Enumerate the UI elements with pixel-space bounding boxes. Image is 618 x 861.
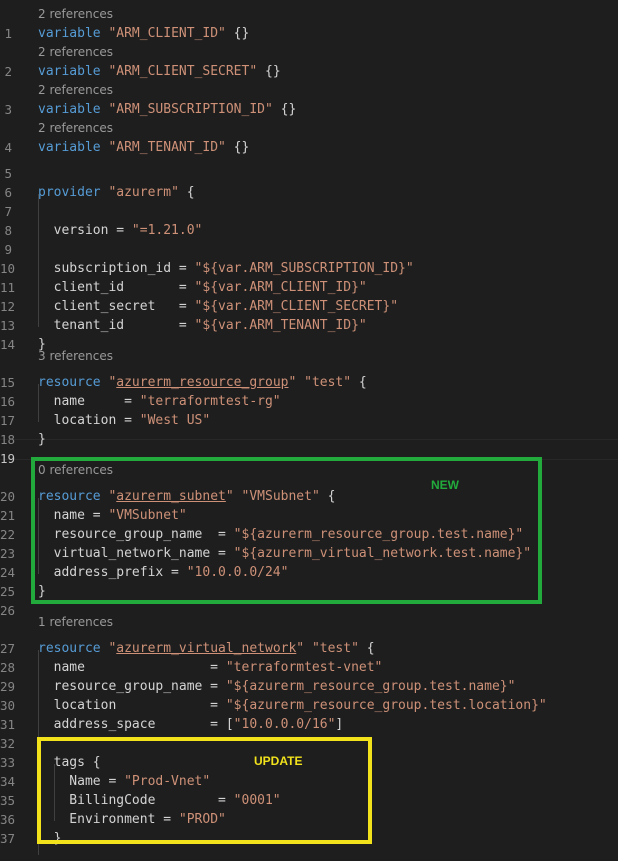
line-number: 13 (0, 318, 16, 333)
code-line[interactable]: name = "terraformtest-rg" (38, 392, 281, 411)
line-number: 25 (0, 584, 16, 599)
code-line[interactable]: resource "azurerm_resource_group" "test"… (38, 373, 367, 392)
line-number: 5 (4, 166, 12, 181)
code-line[interactable]: version = "=1.21.0" (38, 221, 203, 240)
line-number: 32 (0, 736, 16, 751)
code-line[interactable]: name = "terraformtest-vnet" (38, 658, 383, 677)
line-number: 19 (0, 451, 16, 466)
line-number: 12 (0, 299, 16, 314)
code-line[interactable]: resource_group_name = "${azurerm_resourc… (38, 677, 516, 696)
line-number: 20 (0, 489, 16, 504)
code-lens-references[interactable]: 2 references (38, 5, 113, 24)
update-highlight-box (37, 737, 372, 844)
line-number: 30 (0, 698, 16, 713)
code-line[interactable]: location = "${azurerm_resource_group.tes… (38, 696, 547, 715)
line-number: 35 (0, 793, 16, 808)
line-number: 4 (4, 140, 12, 155)
code-line[interactable]: variable "ARM_CLIENT_SECRET" {} (38, 62, 281, 81)
line-number: 10 (0, 261, 16, 276)
line-number: 14 (0, 337, 16, 352)
line-number: 27 (0, 641, 16, 656)
code-line[interactable]: address_space = ["10.0.0.0/16"] (38, 715, 344, 734)
line-number: 2 (4, 64, 12, 79)
line-number: 33 (0, 755, 16, 770)
code-lens-references[interactable]: 1 references (38, 613, 113, 632)
line-number: 18 (0, 432, 16, 447)
code-line[interactable]: location = "West US" (38, 411, 211, 430)
line-number: 36 (0, 812, 16, 827)
line-number: 9 (4, 242, 12, 257)
code-line[interactable]: } (38, 335, 46, 354)
line-number: 29 (0, 679, 16, 694)
line-number: 26 (0, 603, 16, 618)
code-line[interactable]: variable "ARM_CLIENT_ID" {} (38, 24, 249, 43)
code-editor[interactable]: 2 references 2 references 2 references 2… (0, 0, 618, 861)
code-lens-references[interactable]: 2 references (38, 43, 113, 62)
code-line[interactable]: resource "azurerm_virtual_network" "test… (38, 639, 375, 658)
line-number: 31 (0, 717, 16, 732)
line-number: 34 (0, 774, 16, 789)
line-number: 16 (0, 394, 16, 409)
line-number: 23 (0, 546, 16, 561)
code-lens-references[interactable]: 3 references (38, 347, 113, 366)
line-number: 22 (0, 527, 16, 542)
code-line[interactable]: tenant_id = "${var.ARM_TENANT_ID}" (38, 316, 367, 335)
line-number: 1 (4, 26, 12, 41)
code-line[interactable]: subscription_id = "${var.ARM_SUBSCRIPTIO… (38, 259, 414, 278)
code-lens-references[interactable]: 2 references (38, 81, 113, 100)
line-number: 8 (4, 223, 12, 238)
code-line[interactable]: client_id = "${var.ARM_CLIENT_ID}" (38, 278, 367, 297)
line-number: 3 (4, 102, 12, 117)
code-line[interactable]: client_secret = "${var.ARM_CLIENT_SECRET… (38, 297, 398, 316)
line-number: 17 (0, 413, 16, 428)
line-number: 24 (0, 565, 16, 580)
new-annotation-label: NEW (431, 478, 459, 492)
update-annotation-label: UPDATE (254, 754, 303, 768)
code-line[interactable]: variable "ARM_SUBSCRIPTION_ID" {} (38, 100, 296, 119)
line-number: 37 (0, 831, 16, 846)
code-line[interactable]: } (38, 430, 46, 449)
code-line[interactable]: variable "ARM_TENANT_ID" {} (38, 138, 249, 157)
line-number: 21 (0, 508, 16, 523)
line-number: 28 (0, 660, 16, 675)
new-highlight-box (31, 457, 542, 604)
line-number: 11 (0, 280, 16, 295)
line-number: 7 (4, 204, 12, 219)
line-number: 15 (0, 375, 16, 390)
code-lens-references[interactable]: 2 references (38, 119, 113, 138)
line-number: 6 (4, 185, 12, 200)
code-line[interactable]: provider "azurerm" { (38, 183, 195, 202)
